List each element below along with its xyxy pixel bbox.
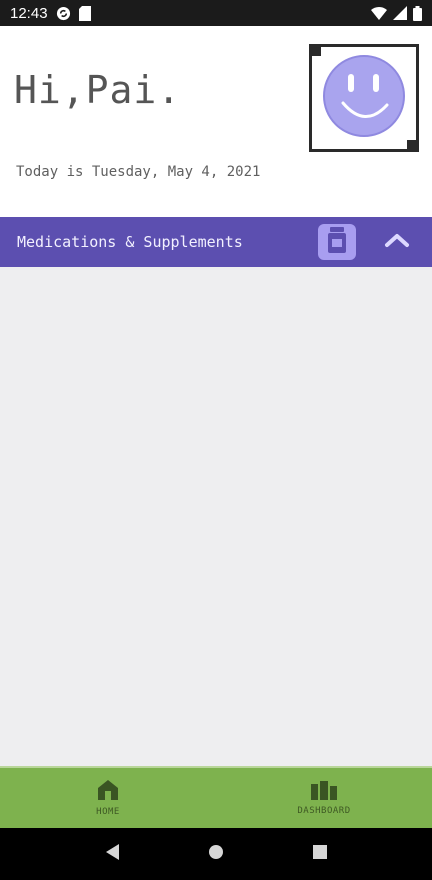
- cellular-icon: [393, 6, 407, 20]
- collapse-section-button[interactable]: [380, 226, 414, 258]
- section-title: Medications & Supplements: [17, 233, 243, 251]
- system-navigation-bar: [0, 828, 432, 880]
- dashboard-icon: [310, 780, 338, 804]
- nav-dashboard-button[interactable]: DASHBOARD: [216, 768, 432, 828]
- add-medication-button[interactable]: [318, 224, 356, 260]
- sd-card-icon: [78, 5, 91, 21]
- nav-dashboard-label: DASHBOARD: [297, 806, 351, 816]
- smiley-face-icon: [321, 53, 407, 143]
- status-bar: 12:43: [0, 0, 432, 26]
- avatar[interactable]: [309, 44, 419, 152]
- back-icon[interactable]: [104, 843, 120, 865]
- bottom-navigation: HOME DASHBOARD: [0, 766, 432, 828]
- medications-section-header[interactable]: Medications & Supplements: [0, 217, 432, 267]
- chevron-up-icon: [384, 232, 410, 252]
- home-icon: [97, 779, 119, 805]
- wifi-icon: [371, 6, 387, 20]
- nav-home-button[interactable]: HOME: [0, 768, 216, 828]
- sync-icon: [56, 6, 71, 21]
- medications-list-area: [0, 267, 432, 766]
- battery-icon: [413, 5, 422, 21]
- nav-home-label: HOME: [96, 807, 120, 817]
- home-circle-icon[interactable]: [208, 844, 224, 864]
- greeting-header: Hi,Pai. Today is Tuesday, May 4, 2021: [0, 26, 432, 216]
- status-time: 12:43: [10, 4, 48, 22]
- date-text: Today is Tuesday, May 4, 2021: [16, 164, 261, 180]
- greeting-text: Hi,Pai.: [14, 68, 182, 112]
- pill-bottle-icon: [326, 227, 348, 257]
- recents-icon[interactable]: [312, 844, 328, 864]
